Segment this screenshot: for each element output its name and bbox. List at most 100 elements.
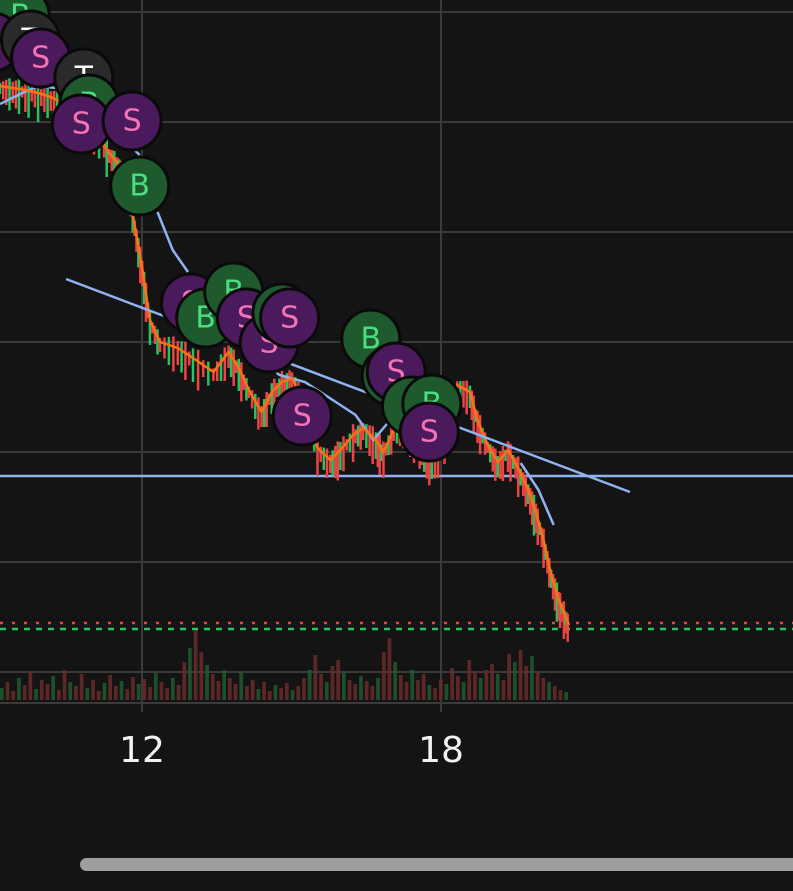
- volume-bar: [564, 692, 568, 700]
- volume-bar: [547, 682, 551, 700]
- volume-bar: [256, 689, 261, 700]
- volume-bar: [353, 684, 358, 700]
- volume-bar: [347, 680, 352, 700]
- volume-bar: [74, 686, 78, 700]
- volume-bar: [290, 690, 295, 700]
- volume-bar: [433, 688, 437, 700]
- volume-bar: [518, 650, 523, 700]
- volume-bar: [387, 638, 392, 700]
- volume-bar: [222, 670, 226, 700]
- volume-bar: [319, 674, 323, 700]
- volume-bar: [438, 680, 443, 700]
- volume-bar: [131, 677, 135, 700]
- volume-bar: [364, 681, 369, 700]
- volume-bar: [39, 680, 44, 700]
- volume-bar: [193, 630, 198, 700]
- volume-bar: [342, 672, 346, 700]
- horizontal-scrollbar[interactable]: [80, 858, 793, 871]
- volume-bar: [313, 655, 318, 700]
- volume-bar: [62, 670, 67, 700]
- volume-bar: [142, 679, 147, 700]
- volume-bar: [11, 691, 16, 700]
- volume-bar: [22, 685, 27, 700]
- volume-bar: [188, 648, 192, 700]
- x-tick-label: 12: [119, 730, 165, 771]
- volume-bar: [96, 691, 101, 700]
- volume-bar: [17, 678, 21, 700]
- volume-bar: [478, 678, 483, 700]
- volume-bar: [148, 687, 152, 700]
- volume-bar: [450, 668, 454, 700]
- stock-chart[interactable]: BSTSTBSSBSBBSSBSSBBSBBS 12 18: [0, 0, 793, 891]
- volume-bar: [205, 665, 209, 700]
- volume-bar: [250, 680, 255, 700]
- marker-label: B: [129, 169, 150, 204]
- volume-bar: [262, 682, 266, 700]
- volume-bar: [125, 689, 130, 700]
- marker-label: S: [280, 301, 299, 336]
- volume-bar: [404, 682, 409, 700]
- volume-bar: [34, 689, 38, 700]
- volume-bar: [416, 680, 420, 700]
- volume-bar: [228, 678, 232, 700]
- volume-bar: [102, 683, 107, 700]
- volume-bar: [524, 666, 529, 700]
- volume-bar: [410, 670, 415, 700]
- marker-label: S: [31, 41, 50, 76]
- volume-bar: [114, 686, 118, 700]
- volume-bar: [427, 685, 432, 700]
- volume-bar: [68, 682, 73, 700]
- volume-bar: [210, 674, 215, 700]
- volume-bar: [421, 674, 426, 700]
- volume-bar: [444, 684, 449, 700]
- volume-bar: [473, 672, 477, 700]
- marker-label: S: [420, 415, 439, 450]
- volume-bar: [324, 682, 329, 700]
- volume-bar: [165, 688, 169, 700]
- volume-bar: [461, 682, 466, 700]
- x-tick-label: 18: [418, 730, 464, 771]
- volume-bar: [79, 674, 84, 700]
- volume-bar: [45, 684, 50, 700]
- volume-bar: [0, 688, 4, 700]
- marker-label: S: [293, 399, 312, 434]
- volume-bar: [307, 670, 312, 700]
- volume-bar: [456, 676, 460, 700]
- volume-bar: [381, 652, 386, 700]
- volume-bar: [336, 660, 340, 700]
- volume-bar: [393, 662, 397, 700]
- volume-bar: [501, 680, 506, 700]
- volume-bar: [57, 690, 61, 700]
- volume-bar: [199, 652, 204, 700]
- volume-bar: [376, 678, 380, 700]
- volume-bar: [245, 686, 249, 700]
- volume-bar: [91, 680, 95, 700]
- volume-bar: [330, 666, 335, 700]
- volume-bar: [28, 672, 33, 700]
- volume-bar: [182, 662, 187, 700]
- volume-bar: [558, 690, 563, 700]
- volume-bar: [302, 678, 306, 700]
- volume-bar: [85, 688, 90, 700]
- volume-bar: [285, 683, 289, 700]
- volume-bar: [495, 674, 500, 700]
- volume-bar: [51, 676, 55, 700]
- volume-bar: [535, 672, 540, 700]
- volume-bar: [233, 684, 238, 700]
- volume-bar: [267, 691, 272, 700]
- volume-bar: [171, 678, 175, 700]
- volume-bar: [467, 660, 472, 700]
- volume-bar: [279, 688, 283, 700]
- volume-bar: [296, 686, 301, 700]
- volume-bar: [399, 675, 403, 700]
- volume-bar: [216, 681, 221, 700]
- volume-bar: [273, 685, 278, 700]
- volume-bar: [108, 675, 112, 700]
- volume-bar: [513, 662, 517, 700]
- volume-bar: [119, 681, 124, 700]
- volume-bar: [370, 686, 375, 700]
- volume-bar: [239, 672, 244, 700]
- volume-bar: [552, 686, 557, 700]
- volume-bar: [507, 654, 511, 700]
- volume-bar: [541, 678, 546, 700]
